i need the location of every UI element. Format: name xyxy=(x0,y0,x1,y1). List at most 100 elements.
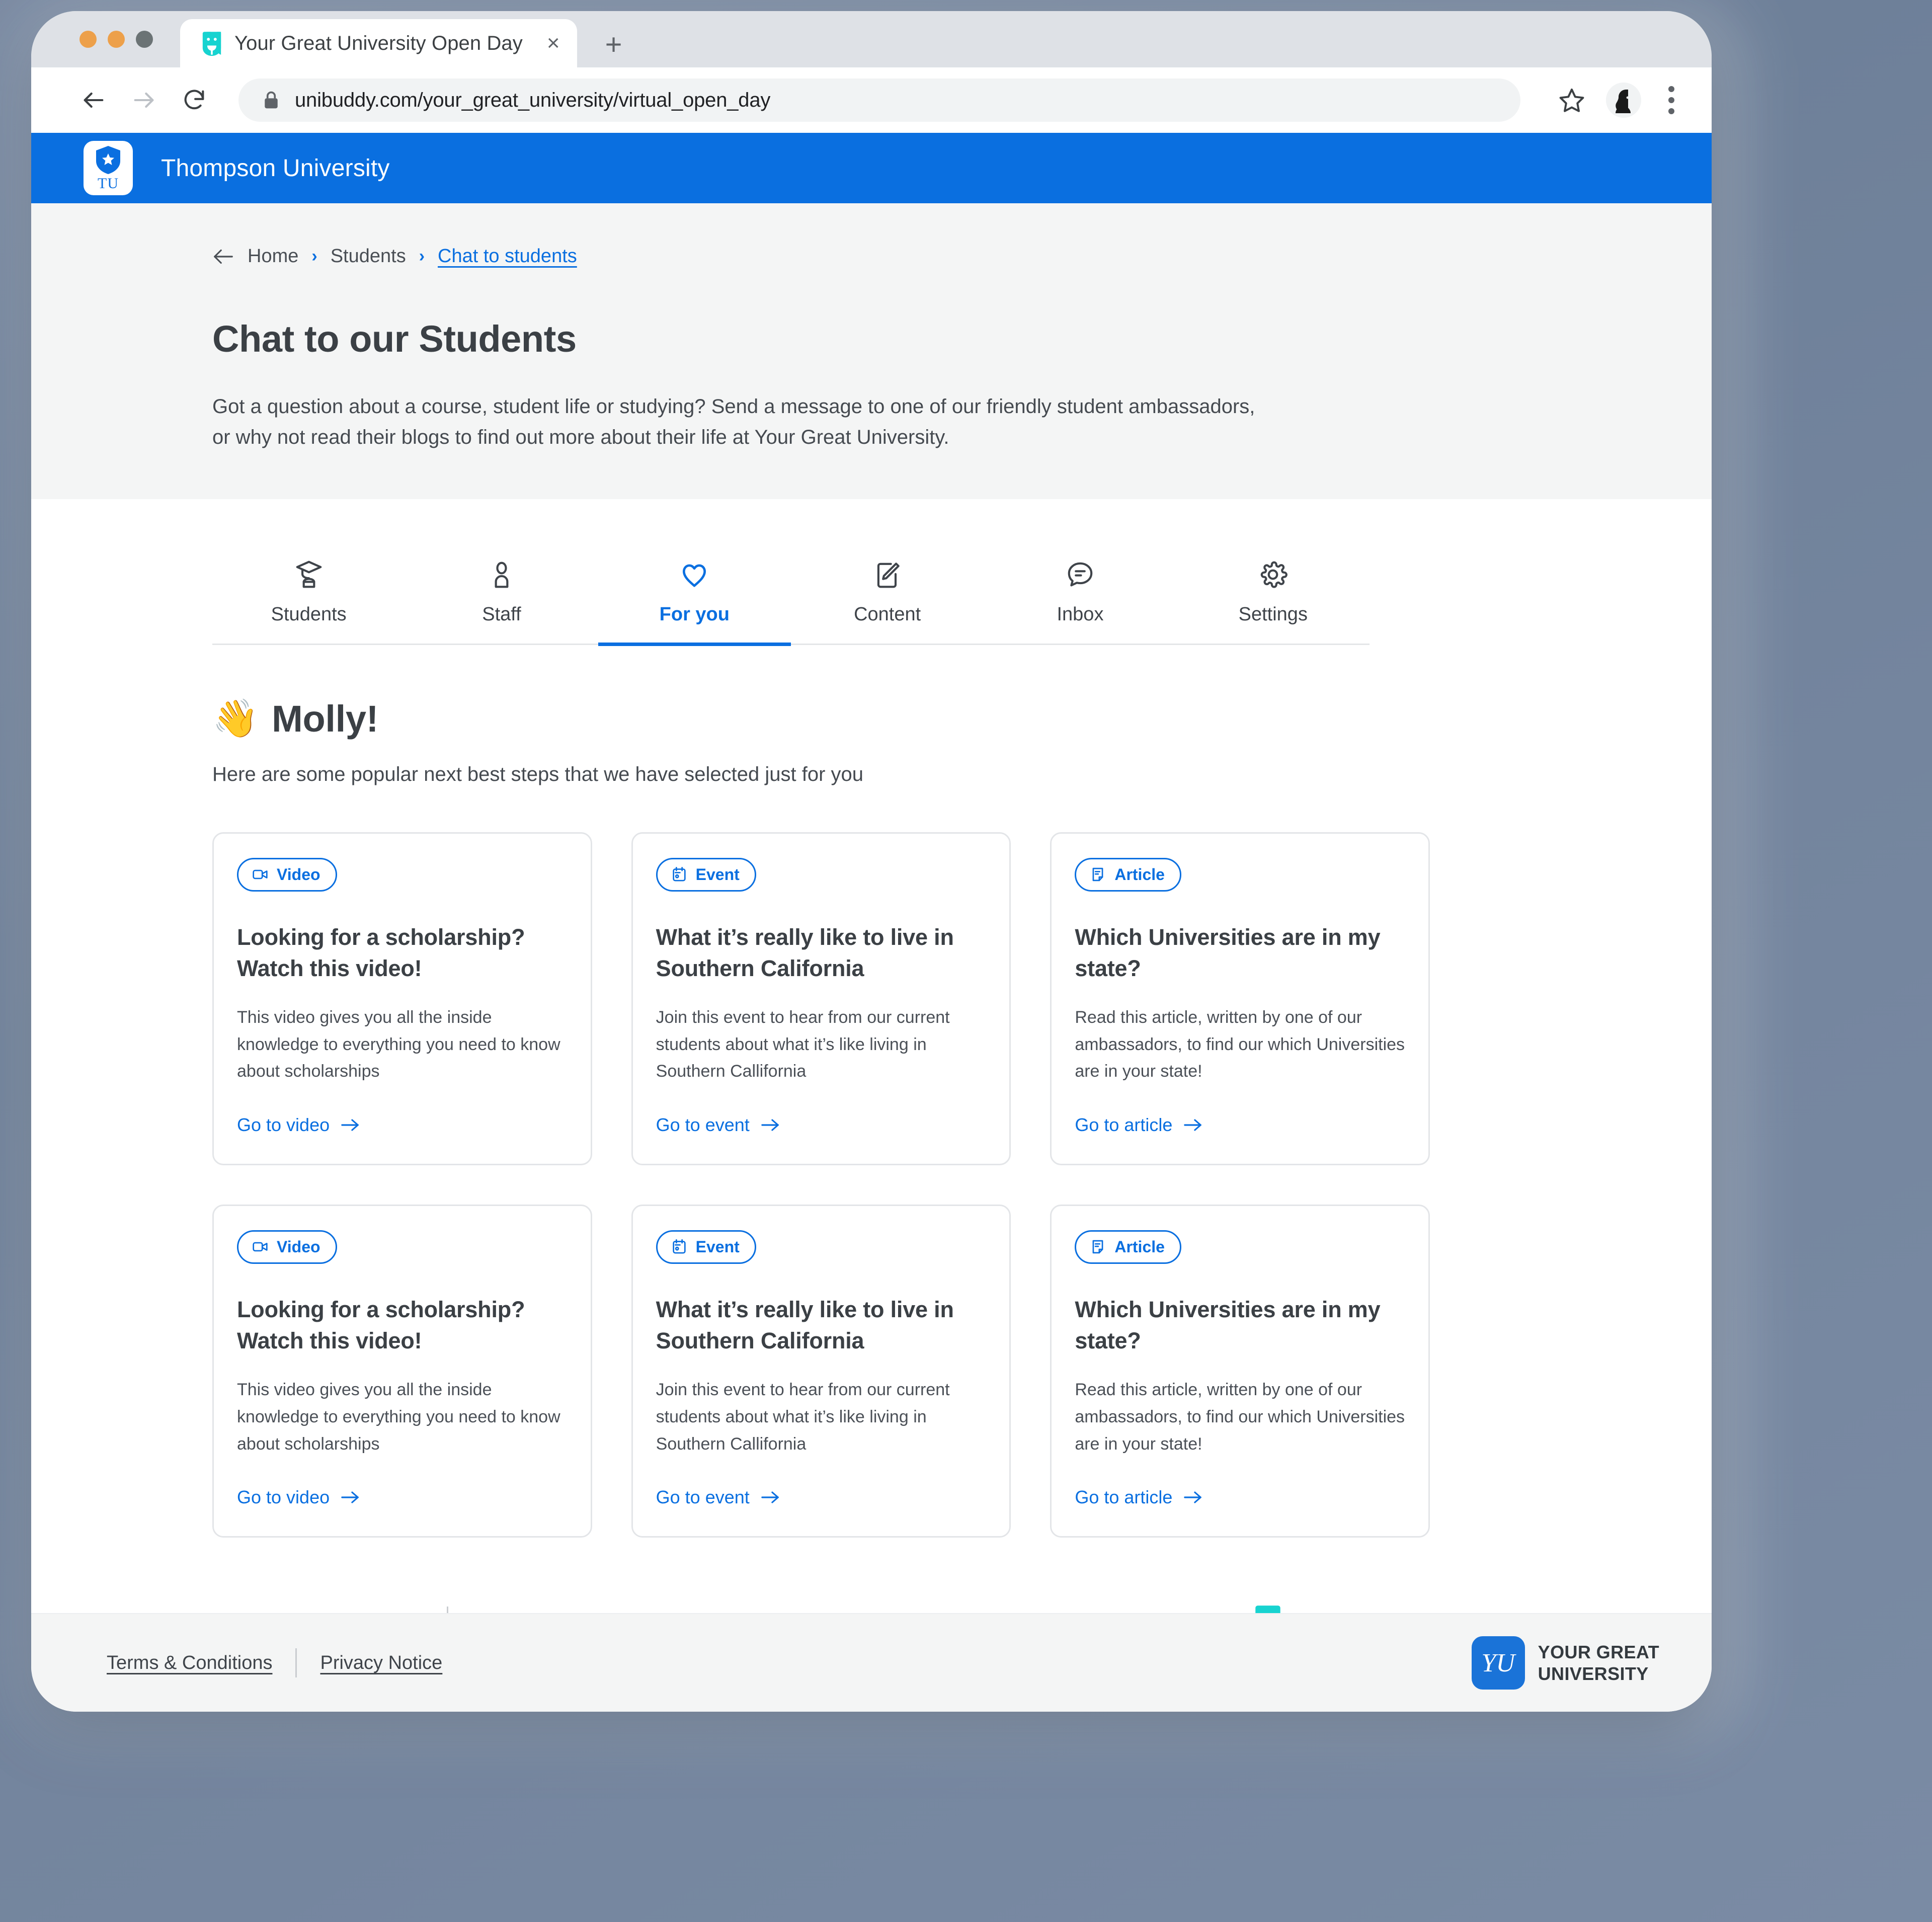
breadcrumb-item-home[interactable]: Home xyxy=(248,246,298,267)
tab-close-icon[interactable]: × xyxy=(547,32,560,54)
section-tabs: Students Staff For you Content Inbox Set… xyxy=(212,535,1370,646)
browser-tab-strip: Your Great University Open Day × + xyxy=(31,11,1712,67)
video-camera-icon xyxy=(253,1242,268,1252)
document-icon xyxy=(1092,1240,1103,1254)
page-content: TU Thompson University Home › Students ›… xyxy=(31,133,1712,1712)
your-great-university-logo: YU YOUR GREAT UNIVERSITY xyxy=(1471,1636,1659,1690)
breadcrumb-item-chat-to-students[interactable]: Chat to students xyxy=(438,246,577,267)
arrow-right-icon xyxy=(341,1491,359,1503)
card-type-label: Event xyxy=(695,865,740,884)
terms-conditions-link[interactable]: Terms & Conditions xyxy=(107,1652,272,1674)
window-close-button[interactable] xyxy=(79,31,97,48)
card-title: What it’s really like to live in Souther… xyxy=(656,924,954,981)
unibuddy-favicon-icon xyxy=(202,32,221,56)
card-cta-link[interactable]: Go to event xyxy=(656,1114,987,1136)
card-type-badge: Article xyxy=(1075,1230,1181,1264)
breadcrumb: Home › Students › Chat to students xyxy=(212,246,1659,267)
arrow-right-icon xyxy=(1184,1119,1202,1131)
browser-tab-title: Your Great University Open Day xyxy=(234,32,523,54)
card-type-badge: Event xyxy=(656,1230,756,1264)
thompson-university-logo: TU xyxy=(84,141,133,195)
tab-inbox[interactable]: Inbox xyxy=(984,535,1176,646)
window-controls[interactable] xyxy=(79,31,153,48)
breadcrumb-item-students[interactable]: Students xyxy=(331,246,406,267)
card-cta-label: Go to video xyxy=(237,1114,330,1135)
card-body: Read this article, written by one of our… xyxy=(1075,1380,1405,1454)
card-title: Which Universities are in my state? xyxy=(1075,924,1381,981)
privacy-notice-link[interactable]: Privacy Notice xyxy=(320,1652,442,1674)
shield-icon xyxy=(96,146,120,174)
yu-wordmark: YOUR GREAT UNIVERSITY xyxy=(1538,1641,1659,1685)
calendar-icon xyxy=(672,867,686,882)
card-cta-link[interactable]: Go to article xyxy=(1075,1114,1405,1136)
document-icon xyxy=(1092,867,1103,882)
new-tab-icon[interactable]: + xyxy=(605,30,622,59)
browser-toolbar: unibuddy.com/your_great_university/virtu… xyxy=(31,67,1712,133)
logo-initials: TU xyxy=(98,175,119,192)
card-title: Looking for a scholarship? Watch this vi… xyxy=(237,924,525,981)
card-cta-link[interactable]: Go to event xyxy=(656,1487,987,1508)
tab-students[interactable]: Students xyxy=(212,535,405,646)
tab-label: Content xyxy=(854,603,921,625)
reload-icon[interactable] xyxy=(180,86,208,114)
profile-avatar[interactable] xyxy=(1606,83,1641,118)
card-type-badge: Video xyxy=(237,1230,337,1264)
recommendation-card[interactable]: Event What it’s really like to live in S… xyxy=(631,1204,1011,1538)
card-body: Read this article, written by one of our… xyxy=(1075,1007,1405,1081)
card-title: What it’s really like to live in Souther… xyxy=(656,1296,954,1354)
tab-label: Inbox xyxy=(1057,603,1104,625)
address-bar[interactable]: unibuddy.com/your_great_university/virtu… xyxy=(238,78,1520,122)
tab-label: Staff xyxy=(482,603,521,625)
window-maximize-button[interactable] xyxy=(136,31,153,48)
tab-label: For you xyxy=(659,603,730,625)
yu-wordmark-line2: UNIVERSITY xyxy=(1538,1663,1649,1684)
greeting-name: Molly! xyxy=(272,697,379,740)
breadcrumb-separator: › xyxy=(311,247,317,266)
card-cta-link[interactable]: Go to video xyxy=(237,1114,568,1136)
breadcrumb-back-icon[interactable] xyxy=(212,248,234,266)
hero-section: Home › Students › Chat to students Chat … xyxy=(31,203,1712,499)
hero-description-line-2: or why not read their blogs to find out … xyxy=(212,426,949,448)
card-type-badge: Video xyxy=(237,857,337,892)
recommendation-card[interactable]: Article Which Universities are in my sta… xyxy=(1050,1204,1430,1538)
university-brand-bar: TU Thompson University xyxy=(31,133,1712,203)
arrow-right-icon xyxy=(761,1119,779,1131)
back-icon[interactable] xyxy=(79,86,108,114)
forward-icon[interactable] xyxy=(130,86,158,114)
window-minimize-button[interactable] xyxy=(108,31,125,48)
site-footer-links: Terms & Conditions Privacy Notice xyxy=(107,1648,442,1677)
card-type-label: Video xyxy=(277,865,320,884)
tab-content[interactable]: Content xyxy=(791,535,984,646)
card-cta-link[interactable]: Go to video xyxy=(237,1487,568,1508)
card-cta-label: Go to event xyxy=(656,1487,750,1508)
card-body: Join this event to hear from our current… xyxy=(656,1007,950,1081)
university-name: Thompson University xyxy=(161,154,390,182)
site-footer: Terms & Conditions Privacy Notice YU YOU… xyxy=(31,1613,1712,1712)
browser-menu-icon[interactable] xyxy=(1661,86,1681,114)
recommendation-card[interactable]: Article Which Universities are in my sta… xyxy=(1050,832,1430,1165)
card-type-label: Article xyxy=(1114,1237,1165,1256)
recommendation-cards: Video Looking for a scholarship? Watch t… xyxy=(212,832,1430,1538)
yu-monogram: YU xyxy=(1471,1636,1525,1690)
waving-hand-icon: 👋 xyxy=(212,697,259,740)
browser-tab[interactable]: Your Great University Open Day × xyxy=(180,19,577,67)
browser-window: Your Great University Open Day × + unibu… xyxy=(31,11,1712,1712)
card-title: Looking for a scholarship? Watch this vi… xyxy=(237,1296,525,1354)
card-cta-link[interactable]: Go to article xyxy=(1075,1487,1405,1508)
toolbar-right-actions xyxy=(1558,83,1681,118)
recommendation-card[interactable]: Video Looking for a scholarship? Watch t… xyxy=(212,1204,592,1538)
card-type-label: Video xyxy=(277,1237,320,1256)
card-body: Join this event to hear from our current… xyxy=(656,1380,950,1454)
tab-staff[interactable]: Staff xyxy=(405,535,598,646)
recommendation-card[interactable]: Event What it’s really like to live in S… xyxy=(631,832,1011,1165)
arrow-right-icon xyxy=(341,1119,359,1131)
arrow-right-icon xyxy=(1184,1491,1202,1503)
greeting-subtitle: Here are some popular next best steps th… xyxy=(212,763,864,785)
card-type-badge: Article xyxy=(1075,857,1181,892)
tab-for-you[interactable]: For you xyxy=(598,535,791,646)
recommendation-card[interactable]: Video Looking for a scholarship? Watch t… xyxy=(212,832,592,1165)
bookmark-star-icon[interactable] xyxy=(1558,86,1586,114)
card-body: This video gives you all the inside know… xyxy=(237,1380,560,1454)
tab-settings[interactable]: Settings xyxy=(1177,535,1370,646)
heart-icon xyxy=(598,555,791,594)
